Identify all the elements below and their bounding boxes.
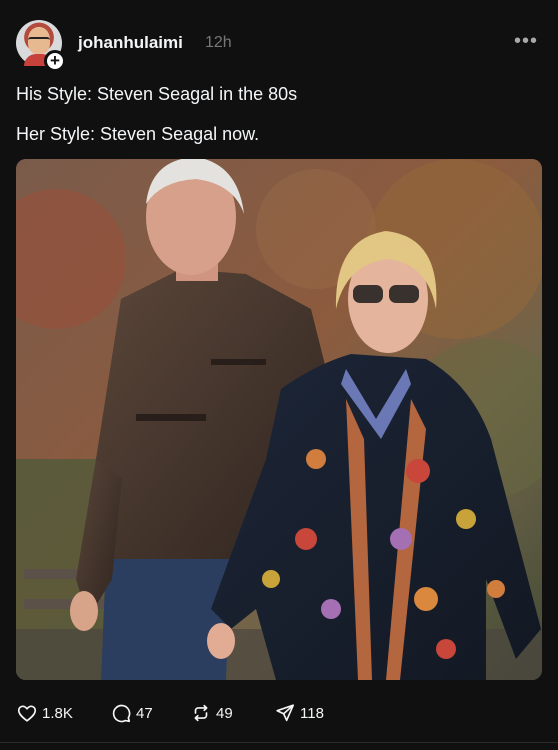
jacket-pocket — [211, 359, 266, 365]
post-timestamp: 12h — [205, 34, 232, 51]
avatar-glasses — [28, 37, 50, 45]
post-divider — [0, 742, 558, 743]
post-photo[interactable] — [16, 159, 542, 680]
post-actions: 1.8K 47 49 118 — [16, 701, 346, 725]
repost-icon — [194, 704, 208, 722]
woman-hand — [207, 623, 235, 659]
more-options-icon[interactable]: ••• — [514, 30, 538, 53]
like-button[interactable]: 1.8K — [16, 701, 73, 725]
reply-button[interactable]: 47 — [110, 701, 153, 725]
jacket-pocket — [136, 414, 206, 421]
coat-flower — [306, 449, 326, 469]
photo-illustration — [16, 159, 542, 680]
coat-flower — [456, 509, 476, 529]
coat-flower — [436, 639, 456, 659]
share-button[interactable]: 118 — [274, 701, 324, 725]
reply-count: 47 — [136, 704, 153, 722]
coat-flower — [321, 599, 341, 619]
like-count: 1.8K — [42, 704, 73, 722]
coat-flower — [414, 587, 438, 611]
follow-plus-icon[interactable]: + — [44, 50, 66, 72]
comment-icon — [112, 704, 131, 723]
repost-button[interactable]: 49 — [190, 701, 233, 725]
username[interactable]: johanhulaimi — [78, 33, 183, 53]
post-text-line-2: Her Style: Steven Seagal now. — [16, 124, 260, 144]
coat-flower — [487, 580, 505, 598]
woman-sunglasses — [389, 285, 419, 303]
man-left-hand — [70, 591, 98, 631]
heart-icon — [17, 705, 37, 722]
coat-flower — [295, 528, 317, 550]
share-count: 118 — [300, 704, 324, 722]
thread-post: + johanhulaimi 12h ••• His Style: Steven… — [0, 0, 558, 750]
coat-flower — [406, 459, 430, 483]
woman-sunglasses — [353, 285, 383, 303]
man-jeans — [101, 559, 231, 680]
bench-rail — [24, 599, 114, 609]
coat-flower — [262, 570, 280, 588]
send-icon — [276, 704, 295, 722]
post-text-line-1: His Style: Steven Seagal in the 80s — [16, 84, 298, 104]
coat-flower — [390, 528, 412, 550]
repost-count: 49 — [216, 704, 233, 722]
